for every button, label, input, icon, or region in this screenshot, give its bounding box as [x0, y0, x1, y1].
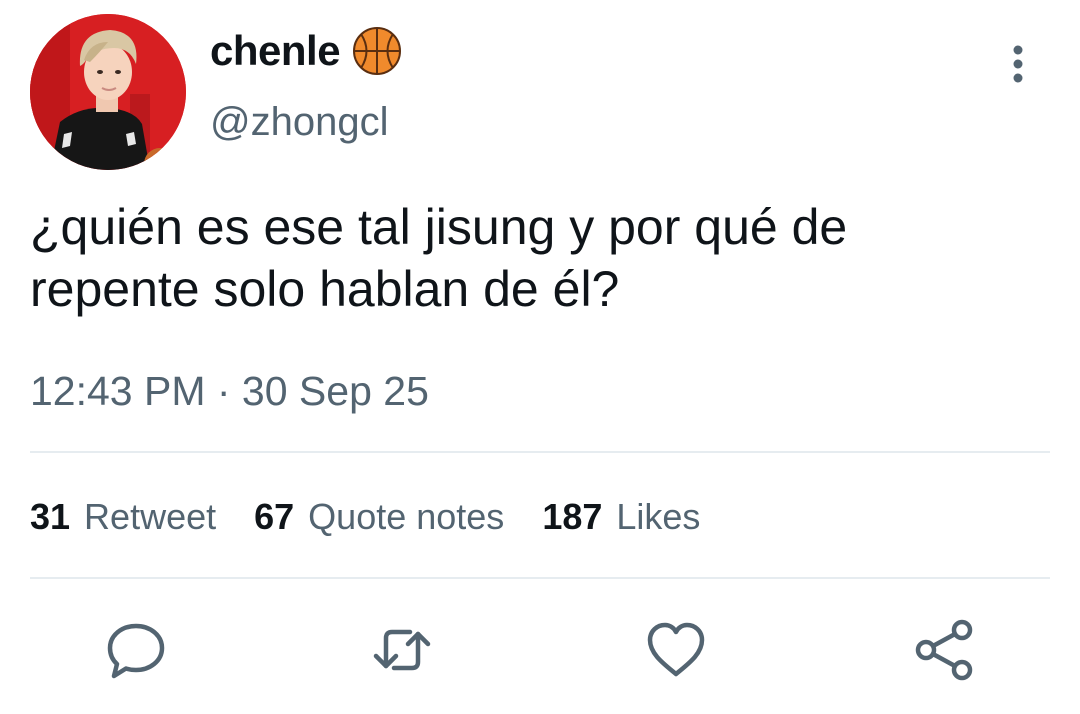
quote-label: Quote notes: [308, 496, 505, 537]
divider-bottom: [30, 577, 1050, 579]
tweet-timestamp[interactable]: 12:43 PM · 30 Sep 25: [30, 368, 429, 415]
tweet-text: ¿quién es ese tal jisung y por qué de re…: [30, 199, 848, 317]
more-options-icon[interactable]: [1000, 40, 1036, 88]
retweet-count: 31: [30, 496, 71, 537]
reply-icon[interactable]: [104, 618, 168, 682]
profile-photo: [30, 14, 186, 170]
avatar[interactable]: [30, 14, 186, 170]
likes-count: 187: [542, 496, 603, 537]
share-icon[interactable]: [912, 618, 976, 682]
retweet-icon[interactable]: [370, 618, 434, 682]
retweet-stat[interactable]: 31 Retweet: [30, 496, 216, 538]
retweet-label: Retweet: [84, 496, 217, 537]
display-name[interactable]: chenle: [210, 26, 402, 76]
likes-stat[interactable]: 187 Likes: [542, 496, 700, 538]
user-handle[interactable]: @zhongcl: [210, 100, 388, 145]
divider-top: [30, 451, 1050, 453]
quote-stat[interactable]: 67 Quote notes: [254, 496, 504, 538]
engagement-stats: 31 Retweet 67 Quote notes 187 Likes: [30, 496, 700, 538]
basketball-icon: [352, 26, 402, 76]
like-icon[interactable]: [644, 618, 708, 682]
quote-count: 67: [254, 496, 295, 537]
display-name-text: chenle: [210, 27, 341, 74]
likes-label: Likes: [616, 496, 701, 537]
